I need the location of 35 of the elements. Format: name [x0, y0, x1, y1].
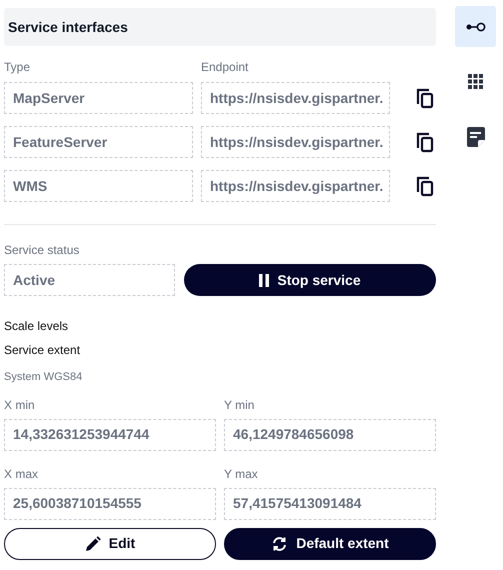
grid-icon	[468, 74, 483, 89]
pause-icon	[259, 274, 270, 286]
section-label: Service extent	[4, 342, 82, 359]
system-label: System WGS84	[4, 370, 84, 385]
endpoint-field: https://nsisdev.gispartner.	[201, 170, 390, 202]
copy-icon[interactable]	[415, 175, 435, 197]
field-label: Y min	[224, 396, 256, 414]
field-label: Y max	[224, 466, 259, 482]
coordinate-field: 14,332631253944744	[4, 418, 216, 450]
stop-service-button[interactable]: Stop service	[184, 264, 436, 296]
field-label: Service status	[4, 242, 80, 259]
section-title: Service interfaces	[8, 18, 128, 36]
copy-icon[interactable]	[415, 131, 435, 153]
pencil-icon	[84, 536, 101, 552]
field-label: X max	[4, 466, 40, 482]
refresh-icon	[271, 536, 288, 552]
column-header: Endpoint	[201, 59, 250, 76]
note-icon	[464, 126, 486, 148]
endpoint-field: https://nsisdev.gispartner.	[201, 82, 390, 114]
type-field: WMS	[4, 170, 193, 202]
status-field: Active	[4, 264, 175, 296]
default-extent-button[interactable]: Default extent	[224, 528, 436, 560]
copy-icon[interactable]	[415, 87, 435, 109]
coordinate-field: 46,1249784656098	[224, 418, 436, 450]
sidebar-tab[interactable]	[455, 6, 496, 47]
type-field: FeatureServer	[4, 126, 193, 158]
edit-button[interactable]: Edit	[4, 528, 216, 560]
type-field: MapServer	[4, 82, 193, 114]
connector-icon	[466, 22, 486, 32]
coordinate-field: 57,41575413091484	[224, 488, 436, 520]
coordinate-field: 25,60038710154555	[4, 488, 216, 520]
endpoint-field: https://nsisdev.gispartner.	[201, 126, 390, 158]
section-label: Scale levels	[4, 318, 70, 335]
column-header: Type	[4, 59, 32, 76]
field-label: X min	[4, 396, 36, 414]
